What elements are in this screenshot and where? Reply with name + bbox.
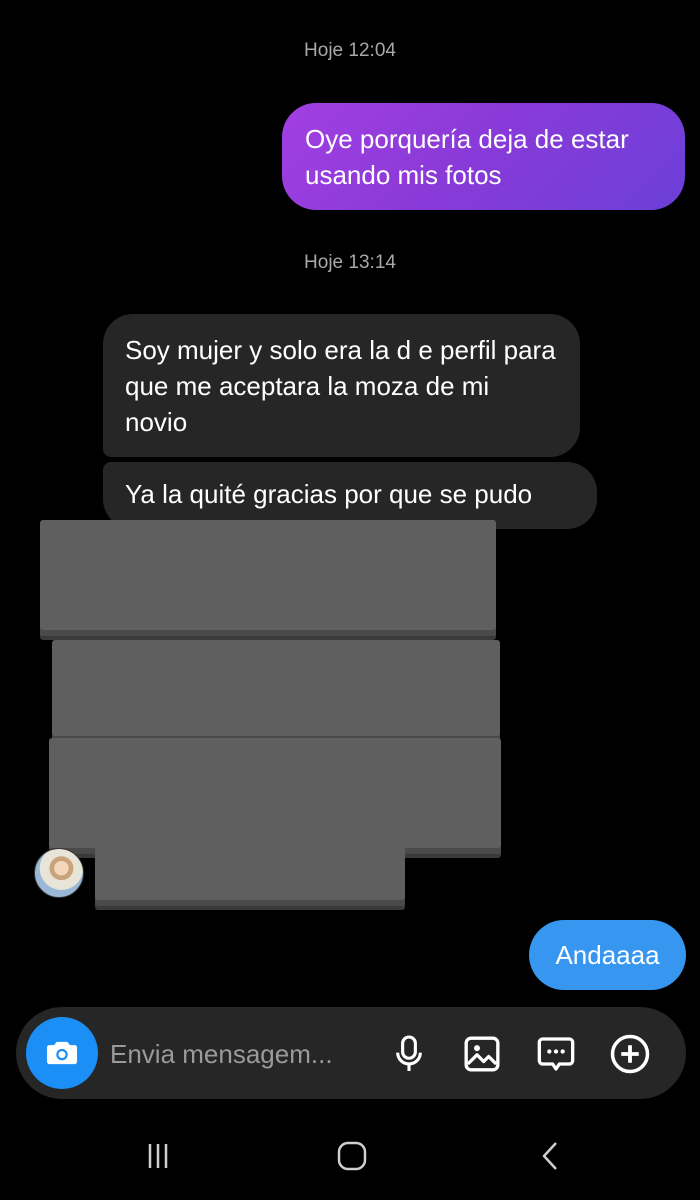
redaction-block (95, 826, 405, 906)
microphone-button[interactable] (386, 1031, 432, 1077)
message-composer (16, 1007, 686, 1099)
redaction-block (52, 640, 500, 742)
message-input[interactable] (110, 1037, 370, 1071)
outgoing-message[interactable]: Oye porquería deja de estar usando mis f… (282, 103, 685, 210)
redaction-block (40, 520, 496, 636)
outgoing-message[interactable]: Andaaaa (529, 920, 686, 990)
system-navigation-bar (0, 1108, 700, 1200)
image-icon (464, 1036, 500, 1072)
home-button[interactable] (330, 1136, 374, 1176)
more-button[interactable] (607, 1031, 653, 1077)
plus-icon (610, 1034, 650, 1074)
gallery-button[interactable] (459, 1031, 505, 1077)
incoming-message[interactable]: Soy mujer y solo era la d e perfil para … (103, 314, 580, 457)
timestamp: Hoje 13:14 (304, 252, 396, 273)
camera-button[interactable] (26, 1017, 98, 1089)
recent-apps-icon (148, 1144, 168, 1168)
recent-apps-button[interactable] (136, 1136, 180, 1176)
timestamp: Hoje 12:04 (304, 40, 396, 61)
sticker-button[interactable] (533, 1031, 579, 1077)
camera-icon (46, 1041, 78, 1065)
incoming-message[interactable]: Ya la quité gracias por que se pudo (103, 462, 597, 529)
home-icon (337, 1141, 367, 1171)
microphone-icon (396, 1035, 422, 1071)
back-icon (542, 1142, 557, 1170)
chat-screen: Hoje 12:04 Oye porquería deja de estar u… (0, 0, 700, 1200)
avatar[interactable] (34, 848, 84, 898)
sticker-icon (537, 1037, 575, 1071)
back-button[interactable] (528, 1136, 572, 1176)
